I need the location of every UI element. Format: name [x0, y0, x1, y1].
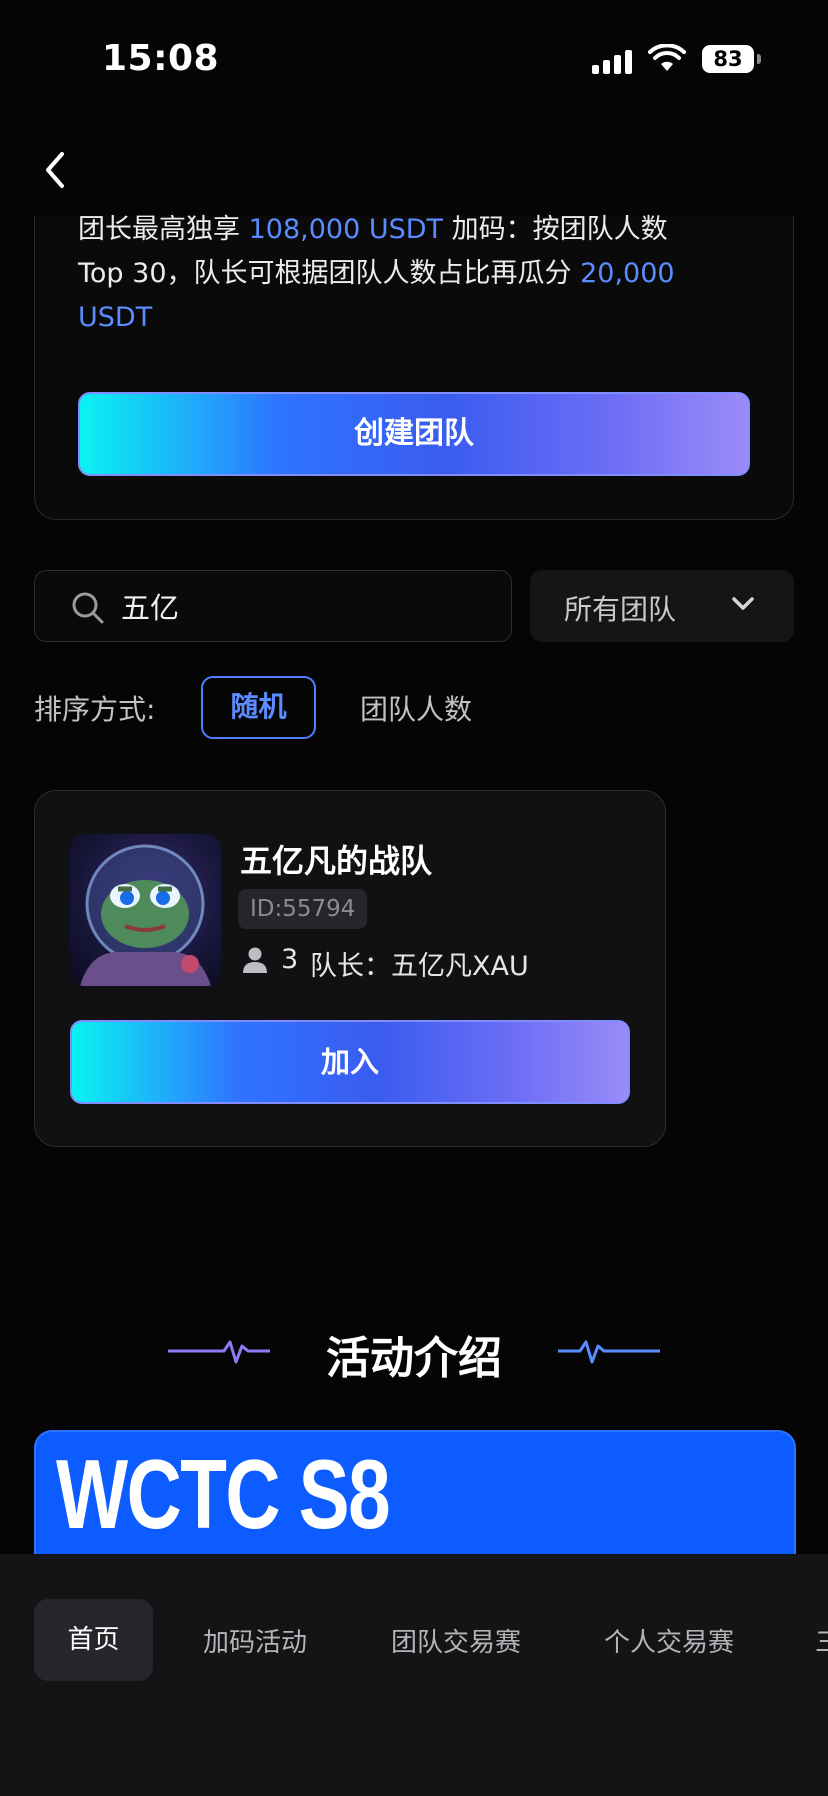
activity-banner[interactable]: WCTC S8 全球交易大赛 [34, 1430, 796, 1570]
desc-text: 团长最高独享 [78, 214, 249, 245]
banner-title: WCTC S8 [56, 1439, 391, 1549]
person-icon [243, 947, 267, 973]
pulse-line-icon [558, 1340, 660, 1364]
nav-tab-home[interactable]: 首页 [34, 1599, 153, 1681]
status-time: 15:08 [102, 38, 220, 79]
activity-section-title: 活动介绍 [326, 1333, 502, 1384]
desc-text: Top 30，队长可根据团队人数占比再瓜分 [78, 258, 581, 289]
filter-selected-label: 所有团队 [564, 593, 677, 626]
sort-option-member-count[interactable]: 团队人数 [360, 688, 472, 728]
header-backdrop [0, 120, 828, 216]
nav-tab-bonus-activity[interactable]: 加码活动 [203, 1622, 307, 1659]
team-filter-select[interactable]: 所有团队 [530, 570, 794, 642]
chevron-down-icon [732, 597, 754, 610]
search-box[interactable] [34, 570, 512, 642]
team-avatar [70, 834, 221, 986]
nav-tab-team-contest[interactable]: 团队交易赛 [391, 1622, 521, 1659]
status-bar: 15:08 83 [0, 0, 828, 120]
sort-option-random[interactable]: 随机 [201, 676, 316, 739]
nav-tab-overflow[interactable]: 三 [815, 1622, 828, 1659]
join-team-button[interactable]: 加入 [70, 1020, 630, 1104]
desc-text: 加码：按团队人数 [443, 214, 668, 245]
back-arrow-icon[interactable] [34, 146, 74, 194]
create-team-description: 团长最高独享 108,000 USDT 加码：按团队人数 Top 30，队长可根… [78, 208, 738, 340]
battery-icon: 83 [702, 45, 761, 73]
astronaut-frog-avatar-icon [80, 844, 211, 986]
member-count: 3 [281, 944, 299, 975]
wifi-icon [648, 44, 686, 71]
cellular-signal-icon [592, 48, 632, 74]
nav-tab-individual-contest[interactable]: 个人交易赛 [604, 1622, 734, 1659]
sort-label: 排序方式: [34, 693, 156, 726]
team-id-badge: ID:55794 [238, 889, 368, 929]
team-name: 五亿凡的战队 [240, 842, 433, 880]
team-leader: 队长：五亿凡XAU [310, 951, 529, 982]
create-team-button[interactable]: 创建团队 [78, 392, 750, 476]
search-icon [72, 592, 104, 624]
search-input[interactable] [121, 583, 491, 629]
desc-highlight-amount: 108,000 USDT [248, 214, 444, 245]
